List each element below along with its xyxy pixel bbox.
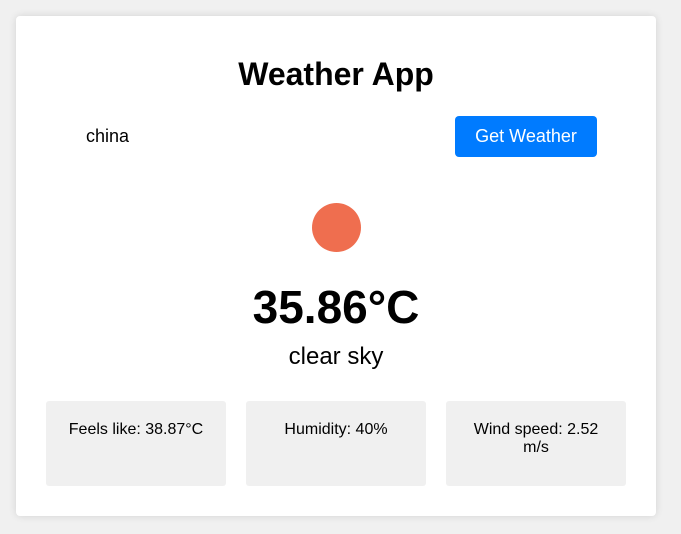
temperature: 35.86°C [252,281,420,333]
humidity-card: Humidity: 40% [246,401,426,486]
humidity-text: Humidity: 40% [284,421,388,438]
city-input[interactable] [72,116,442,156]
feels-like-card: Feels like: 38.87°C [46,401,226,486]
get-weather-button[interactable]: Get Weather [455,116,597,157]
weather-description: clear sky [288,343,384,370]
sun-icon [312,203,361,252]
wind-speed-text: Wind speed: 2.52 m/s [473,421,599,456]
app-title: Weather App [238,56,434,92]
weather-card: Weather App Get Weather 35.86°C clear sk… [16,16,656,516]
feels-like-text: Feels like: 38.87°C [68,421,204,438]
wind-speed-card: Wind speed: 2.52 m/s [446,401,626,486]
